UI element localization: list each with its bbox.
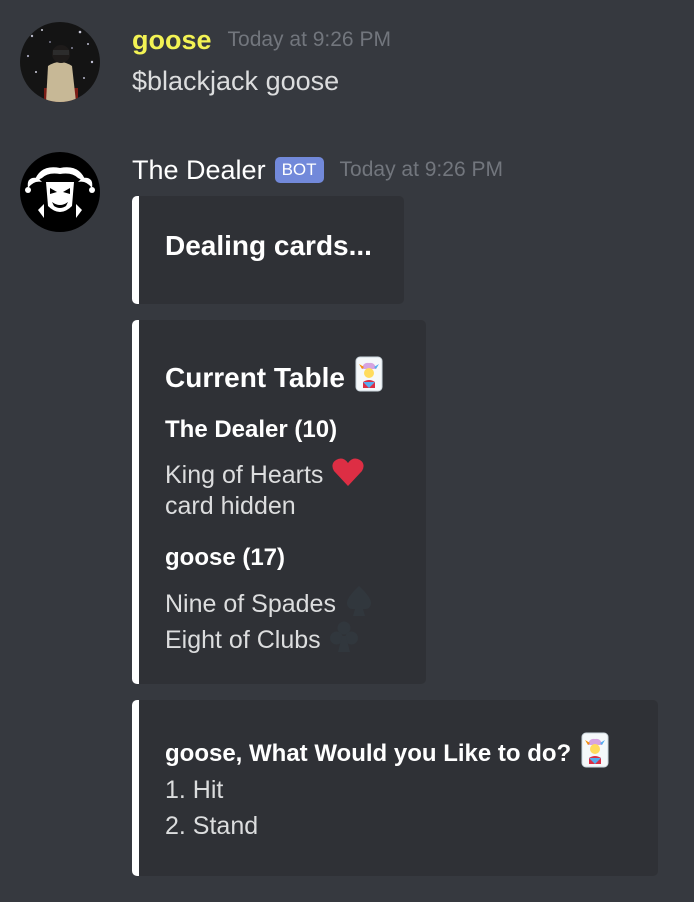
embed-title-text: Current Table (165, 361, 345, 393)
embed-title: goose, What Would you Like to do? (165, 732, 609, 775)
embed-title: Current Table (165, 356, 383, 399)
joker-card-icon (355, 356, 383, 399)
embed-current-table: Current Table The Dealer (10) King of He… (132, 320, 426, 684)
spade-icon (344, 584, 374, 625)
message-content: $blackjack goose (132, 66, 340, 96)
message-timestamp: Today at 9:26 PM (227, 28, 391, 51)
joker-card-icon (581, 732, 609, 775)
author-name[interactable]: goose (132, 25, 212, 56)
embed-action-prompt: goose, What Would you Like to do? 1. Hit… (132, 700, 658, 876)
card-text: King of Hearts (165, 461, 324, 489)
club-icon (329, 620, 359, 661)
goose-avatar[interactable] (20, 22, 100, 102)
card-text: Nine of Spades (165, 590, 336, 618)
card-text: Eight of Clubs (165, 626, 321, 654)
bot-tag-badge: BOT (274, 157, 324, 183)
card-line: Nine of Spades (165, 584, 374, 625)
option-stand: 2. Stand (165, 812, 259, 840)
card-line: card hidden (165, 492, 296, 521)
message-timestamp: Today at 9:26 PM (339, 158, 503, 181)
field-name-dealer: The Dealer (10) (165, 416, 338, 443)
author-name[interactable]: The Dealer (132, 155, 266, 186)
dealer-avatar[interactable] (20, 152, 100, 232)
card-text: card hidden (165, 492, 296, 520)
card-line: King of Hearts (165, 456, 365, 495)
card-line: Eight of Clubs (165, 620, 359, 661)
message-header: The Dealer BOT Today at 9:26 PM (132, 152, 503, 188)
option-hit: 1. Hit (165, 776, 224, 804)
embed-title-text: goose, What Would you Like to do? (165, 739, 572, 767)
embed-title: Dealing cards... (165, 230, 372, 261)
field-name-goose: goose (17) (165, 544, 286, 571)
message-header: goose Today at 9:26 PM (132, 22, 391, 58)
embed-dealing: Dealing cards... (132, 196, 404, 304)
heart-icon (331, 456, 365, 495)
